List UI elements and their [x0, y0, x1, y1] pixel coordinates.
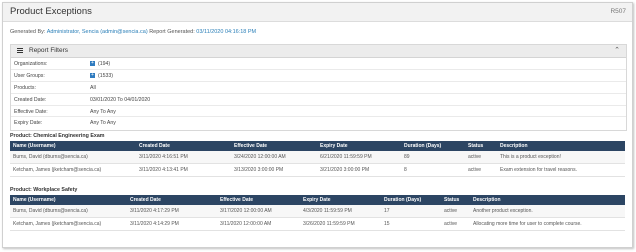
table-cell: 8	[401, 163, 465, 177]
column-header[interactable]: Duration (Days)	[401, 141, 465, 151]
report-generated-value: 03/11/2020 04:16:18 PM	[196, 29, 257, 35]
column-header[interactable]: Status	[465, 141, 497, 151]
table-cell: 3/11/2020 4:16:51 PM	[136, 151, 231, 164]
table-cell: 3/17/2020 12:00:00 AM	[217, 205, 300, 218]
filter-value: Any To Any	[90, 108, 116, 115]
filter-value: 03/01/2020 To 04/01/2020	[90, 96, 151, 103]
table-cell: 3/11/2020 12:00:00 AM	[217, 217, 300, 231]
expand-icon[interactable]: +	[90, 73, 95, 79]
filter-row-effective-date: Effective Date: Any To Any	[11, 106, 626, 118]
column-header[interactable]: Duration (Days)	[381, 195, 441, 205]
report-code: R507	[610, 8, 626, 15]
product-label: Product: Chemical Engineering Exam	[10, 133, 105, 139]
filter-row-products: Products: All	[11, 82, 626, 94]
table-cell: 3/21/2020 3:00:00 PM	[317, 163, 401, 177]
filter-row-user-groups: User Groups: + (1533)	[11, 70, 626, 82]
table-cell: 15	[381, 217, 441, 231]
chevron-up-icon[interactable]: ⌃	[614, 46, 620, 54]
column-header[interactable]: Name (Username)	[10, 141, 136, 151]
column-header[interactable]: Created Date	[136, 141, 231, 151]
title-bar: Product Exceptions R507	[3, 3, 632, 22]
product-label: Product: Workplace Safety	[10, 187, 78, 193]
table-cell: 3/24/2020 12:00:00 AM	[231, 151, 317, 164]
exceptions-table: Name (Username) Created Date Effective D…	[10, 141, 625, 177]
filter-value: + (1533)	[90, 73, 113, 79]
table-cell: active	[441, 217, 470, 231]
report-filters-header[interactable]: Report Filters ⌃	[11, 45, 626, 58]
exceptions-table: Name (Username) Created Date Effective D…	[10, 195, 625, 231]
column-header[interactable]: Description	[470, 195, 625, 205]
list-icon	[17, 48, 23, 53]
column-header[interactable]: Description	[497, 141, 625, 151]
generated-by-value: Administrator, Sencia (admin@sencia.ca)	[46, 29, 148, 35]
table-cell: 3/11/2020 4:13:41 PM	[136, 163, 231, 177]
filter-label: Created Date:	[14, 96, 47, 103]
column-header[interactable]: Expiry Date	[300, 195, 381, 205]
column-header[interactable]: Name (Username)	[10, 195, 127, 205]
report-window: Product Exceptions R507 Generated By: Ad…	[2, 2, 633, 248]
column-header[interactable]: Effective Date	[231, 141, 317, 151]
filter-label: Effective Date:	[14, 108, 48, 115]
table-cell: Burns, David (dburns@sencia.ca)	[10, 151, 136, 164]
table-cell: Allocating more time for user to complet…	[470, 217, 625, 231]
filter-value: + (194)	[90, 61, 110, 67]
table-cell: 3/26/2020 11:59:59 PM	[300, 217, 381, 231]
table-cell: Burns, David (dburns@sencia.ca)	[10, 205, 127, 218]
generated-by-label: Generated By:	[10, 29, 46, 35]
table-cell: active	[465, 151, 497, 164]
column-header[interactable]: Effective Date	[217, 195, 300, 205]
column-header[interactable]: Expiry Date	[317, 141, 401, 151]
filter-value-text: (1533)	[98, 72, 113, 79]
column-header[interactable]: Created Date	[127, 195, 217, 205]
filter-row-organizations: Organizations: + (194)	[11, 58, 626, 70]
table-header-row: Name (Username) Created Date Effective D…	[10, 141, 625, 151]
table-row[interactable]: Burns, David (dburns@sencia.ca) 3/11/202…	[10, 205, 625, 218]
generated-info: Generated By: Administrator, Sencia (adm…	[10, 29, 256, 35]
filter-label: Organizations:	[14, 61, 48, 67]
table-cell: This is a product exception!	[497, 151, 625, 164]
filter-label: Products:	[14, 84, 36, 91]
filter-value-text: (194)	[98, 61, 111, 67]
table-cell: 3/13/2020 3:00:00 PM	[231, 163, 317, 177]
report-filters-panel: Report Filters ⌃ Organizations: + (194) U…	[10, 44, 627, 131]
table-cell: 89	[401, 151, 465, 164]
filter-row-expiry-date: Expiry Date: Any To Any	[11, 117, 626, 128]
filter-label: Expiry Date:	[14, 120, 43, 127]
column-header[interactable]: Status	[441, 195, 470, 205]
table-cell: 4/3/2020 11:59:59 PM	[300, 205, 381, 218]
table-cell: 6/21/2020 11:59:59 PM	[317, 151, 401, 164]
table-cell: active	[441, 205, 470, 218]
table-cell: Ketcham, James (jketcham@sencia.ca)	[10, 163, 136, 177]
filter-value: Any To Any	[90, 120, 116, 127]
report-generated-label: Report Generated:	[149, 29, 195, 35]
table-row[interactable]: Ketcham, James (jketcham@sencia.ca) 3/11…	[10, 217, 625, 231]
table-cell: Another product exception.	[470, 205, 625, 218]
filter-row-created-date: Created Date: 03/01/2020 To 04/01/2020	[11, 94, 626, 106]
table-cell: Exam extension for travel reasons.	[497, 163, 625, 177]
table-cell: 3/11/2020 4:14:29 PM	[127, 217, 217, 231]
filter-label: User Groups:	[14, 72, 45, 79]
table-cell: 17	[381, 205, 441, 218]
table-cell: Ketcham, James (jketcham@sencia.ca)	[10, 217, 127, 231]
table-row[interactable]: Burns, David (dburns@sencia.ca) 3/11/202…	[10, 151, 625, 164]
table-cell: 3/11/2020 4:17:29 PM	[127, 205, 217, 218]
table-header-row: Name (Username) Created Date Effective D…	[10, 195, 625, 205]
expand-icon[interactable]: +	[90, 61, 95, 67]
page-title: Product Exceptions	[10, 6, 92, 17]
filter-value: All	[90, 84, 96, 91]
report-filters-title: Report Filters	[29, 47, 69, 54]
table-cell: active	[465, 163, 497, 177]
table-row[interactable]: Ketcham, James (jketcham@sencia.ca) 3/11…	[10, 163, 625, 177]
